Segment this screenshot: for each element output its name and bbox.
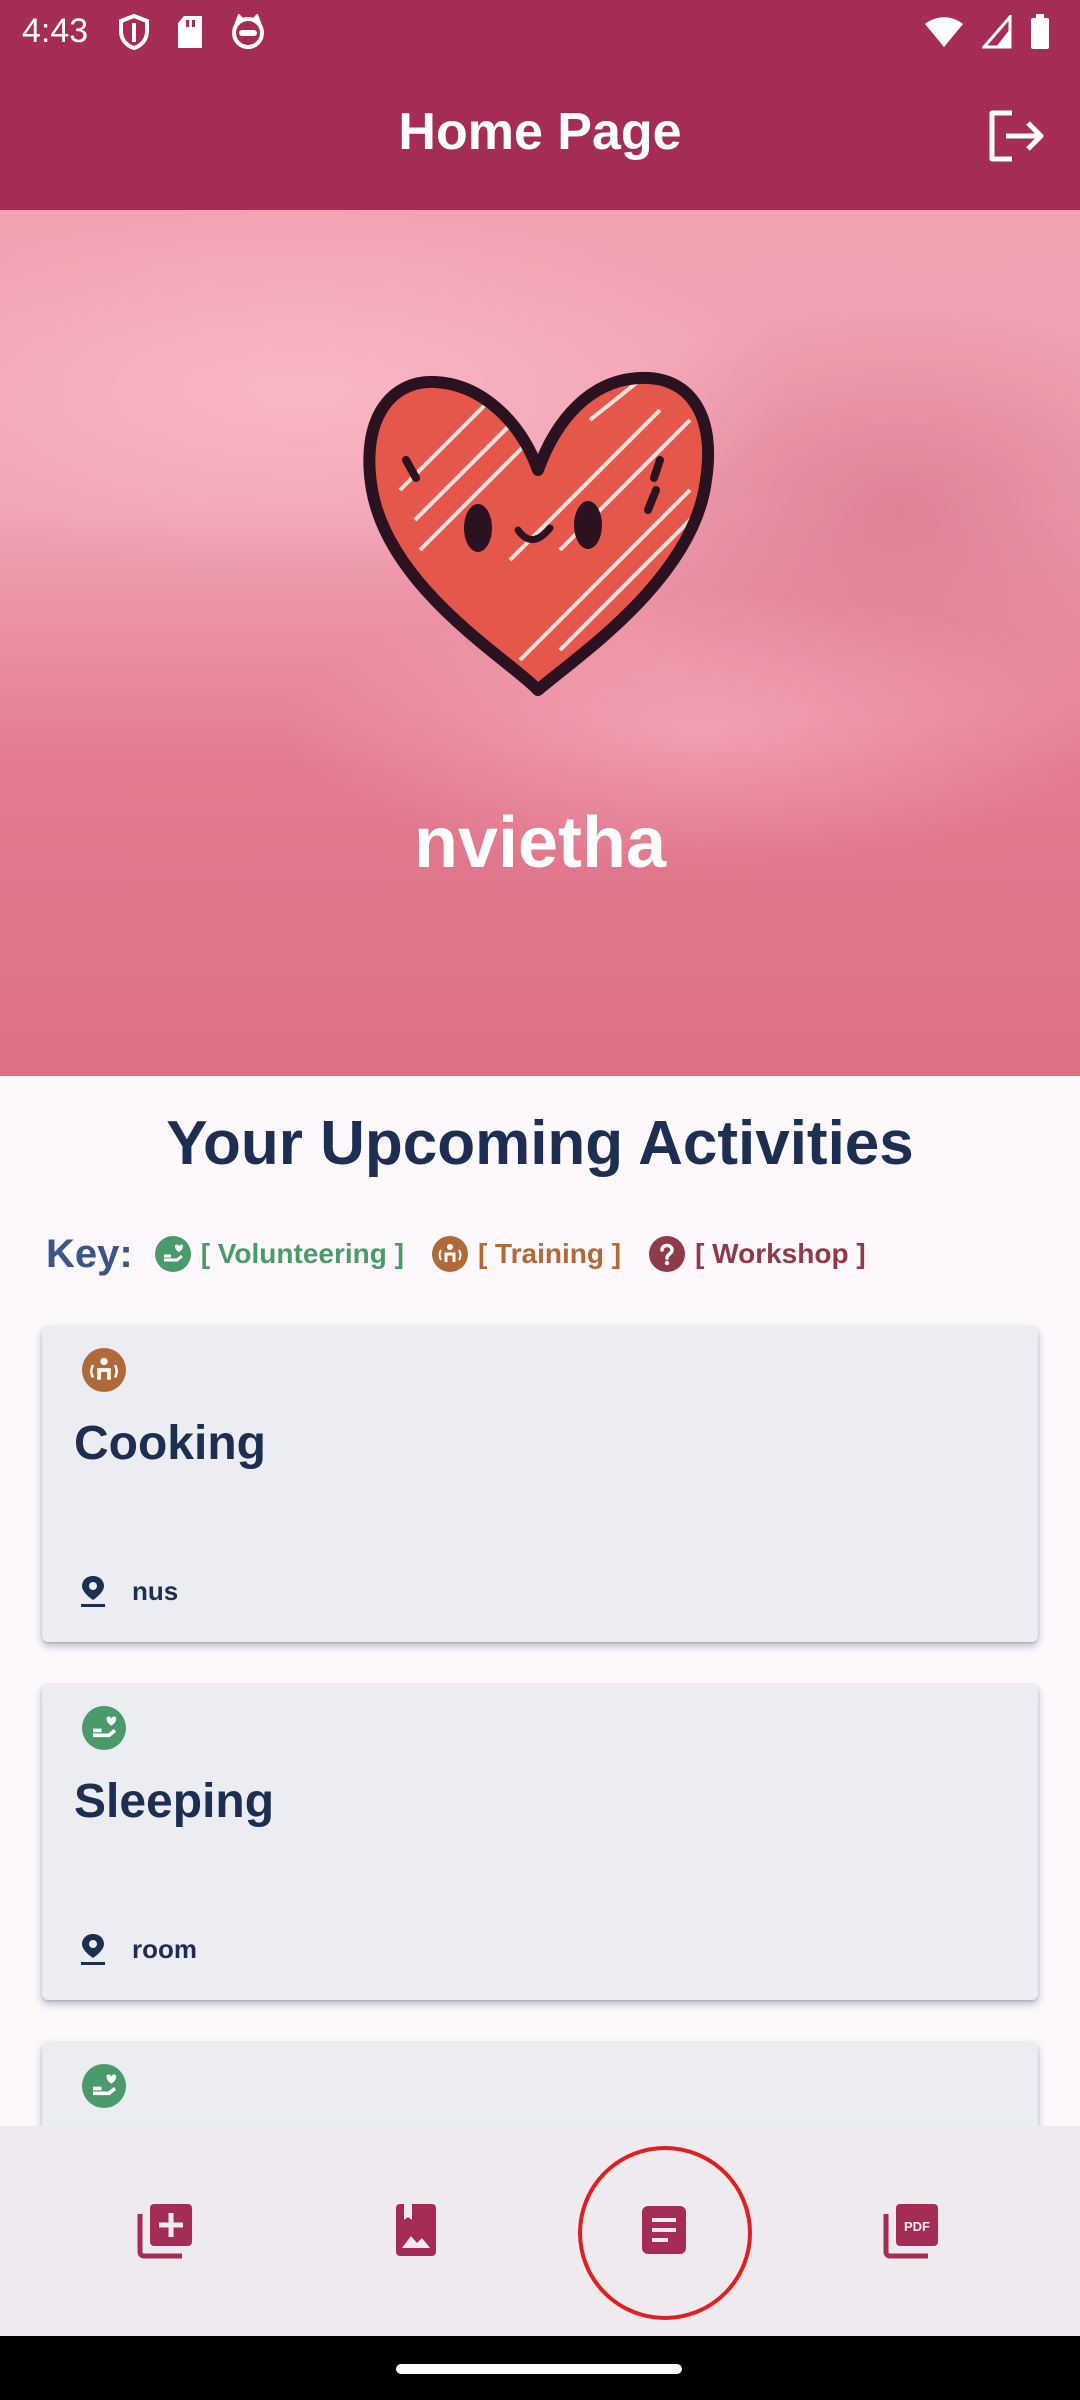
status-time: 4:43 [22,12,89,50]
location-pin-icon [81,1934,105,1965]
system-navigation-bar [0,2336,1080,2400]
activity-location: nus [132,1576,179,1606]
bottom-navigation: PDF [0,2126,1080,2336]
logout-button[interactable] [986,108,1046,164]
key-training: [ Training ] [431,1236,622,1272]
key-volunteering-label: [ Volunteering ] [200,1238,404,1269]
nav-pdf-button[interactable]: PDF [882,2200,942,2260]
key-volunteering: [ Volunteering ] [154,1236,404,1272]
help-icon [649,1236,686,1272]
photo-album-icon [396,2204,436,2256]
volunteer-icon [154,1236,191,1272]
key-label: Key: [46,1231,133,1276]
battery-icon [1031,14,1049,49]
logout-icon [989,110,1044,162]
location-pin-icon [81,1576,105,1607]
signal-icon [982,15,1012,49]
key-workshop: [ Workshop ] [649,1236,866,1272]
activity-location: room [132,1934,197,1964]
training-icon [82,1348,126,1392]
activity-title: Cooking [74,1417,266,1470]
section-title: Your Upcoming Activities [166,1109,914,1178]
wifi-icon [925,17,963,47]
key-training-label: [ Training ] [477,1238,622,1269]
volunteer-icon [82,1706,126,1750]
activity-card[interactable]: Sleeping room [42,1684,1038,2000]
profile-hero: nvietha [0,210,1080,1076]
username: nvietha [413,803,667,883]
key-workshop-label: [ Workshop ] [695,1238,866,1269]
training-icon [431,1236,468,1272]
activity-card[interactable]: Cooking nus [42,1326,1038,1642]
activity-title: Sleeping [74,1775,275,1828]
status-icons-left [118,12,266,52]
nav-activities-button[interactable] [634,2200,694,2260]
volunteer-icon [82,2064,126,2108]
status-icons-right [924,12,1050,52]
nav-add-activity-button[interactable] [136,2200,196,2260]
article-icon [642,2206,686,2254]
cat-icon [232,14,264,49]
page-title: Home Page [398,103,682,161]
svg-text:PDF: PDF [904,2219,930,2234]
status-bar: 4:43 [0,0,1080,62]
sd-card-icon [178,16,202,48]
pdf-icon: PDF [883,2204,938,2259]
nav-gallery-button[interactable] [386,2200,446,2260]
add-library-icon [137,2204,192,2259]
heart-illustration [363,371,715,696]
shield-icon [119,14,149,50]
activity-key: Key: [ Volunteering ] [ Training ] [ Wor… [46,1226,880,1282]
app-bar: Home Page [0,62,1080,210]
home-gesture-handle[interactable] [396,2364,682,2374]
